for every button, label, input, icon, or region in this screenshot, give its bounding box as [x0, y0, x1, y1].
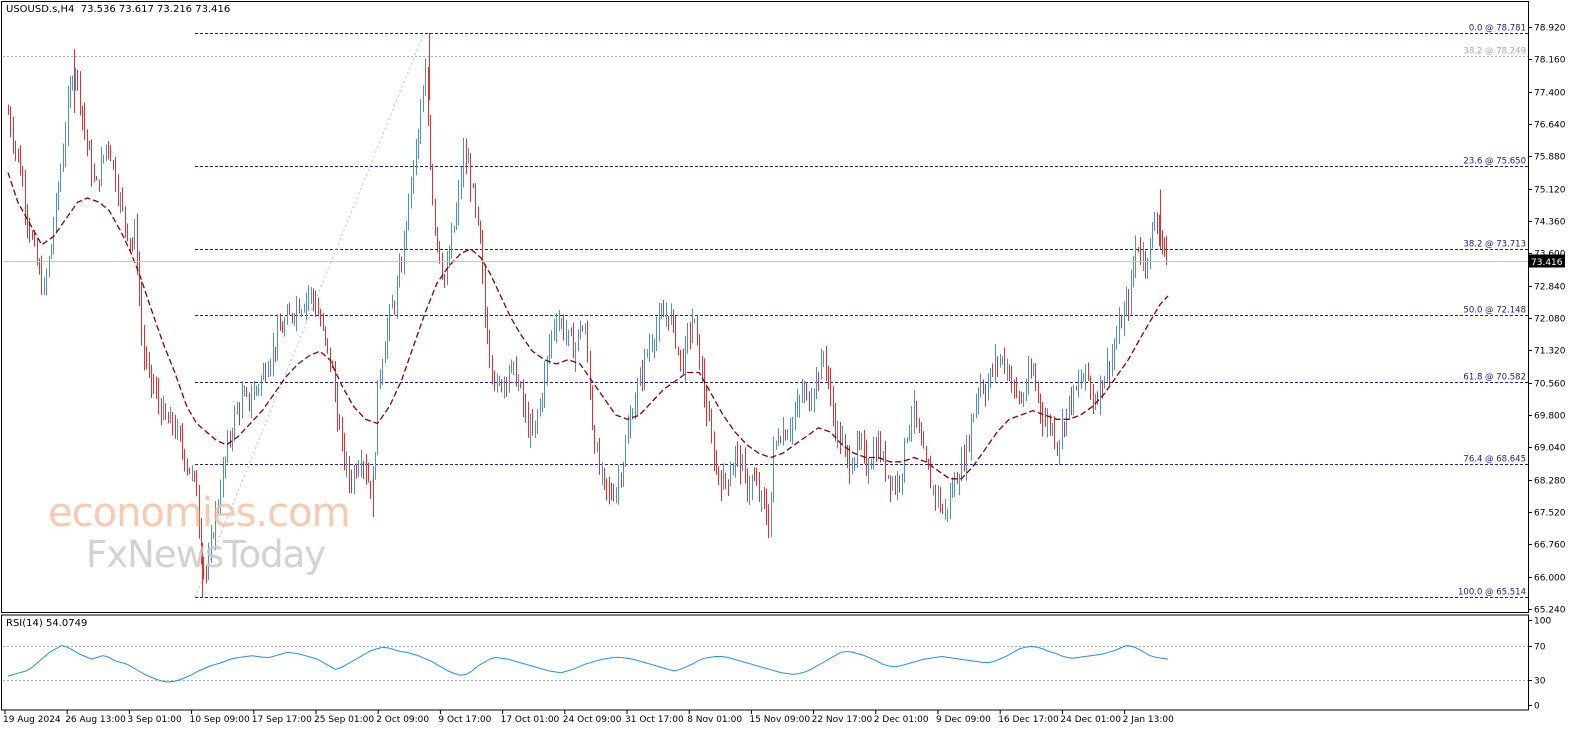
- rsi-line: [7, 644, 1169, 683]
- symbol-label: USOUSD.s,H4: [6, 4, 75, 15]
- x-axis-tick-label: 22 Nov 17:00: [812, 715, 873, 725]
- y-axis-tick-label: 72.080: [1534, 315, 1566, 325]
- y-axis-tick-label: 68.280: [1534, 477, 1566, 487]
- x-axis-tick-label: 9 Oct 17:00: [438, 715, 491, 725]
- x-axis-tick-label: 15 Nov 09:00: [749, 715, 810, 725]
- rsi-panel-frame: [1, 614, 1529, 711]
- rsi-axis-tick-label: 70: [1534, 643, 1546, 653]
- rsi-axis-tick-label: 0: [1534, 702, 1540, 712]
- fib-level-label: 38.2 @ 78.249: [1463, 47, 1526, 57]
- chart: 0.0 @ 78.781 38.2 @ 78.249 23.6 @ 75.650 38…: [0, 0, 1596, 743]
- y-axis-tick-label: 78.160: [1534, 56, 1566, 66]
- fib-level-label: 61.8 @ 70.582: [1463, 373, 1526, 383]
- fib-level-label: 50.0 @ 72.148: [1463, 306, 1526, 316]
- ohlc-label: 73.536 73.617 73.216 73.416: [80, 4, 231, 15]
- y-axis-tick-label: 72.840: [1534, 283, 1566, 293]
- y-axis-tick-label: 65.240: [1534, 606, 1566, 616]
- x-axis-tick-label: 9 Dec 09:00: [936, 715, 991, 725]
- y-axis-tick-label: 71.320: [1534, 347, 1566, 357]
- y-axis-tick-label: 66.000: [1534, 574, 1566, 584]
- fib-level-label: 100.0 @ 65.514: [1458, 588, 1526, 598]
- x-axis-tick-label: 10 Sep 09:00: [190, 715, 250, 725]
- y-axis-tick-label: 76.640: [1534, 121, 1566, 131]
- watermark-fxnewstoday: FxNewsToday: [86, 533, 326, 576]
- y-axis-tick-label: 74.360: [1534, 218, 1566, 228]
- watermark-economies: economies.com: [48, 490, 351, 536]
- y-axis-tick-label: 78.920: [1534, 24, 1566, 34]
- x-axis-tick-label: 2 Oct 09:00: [376, 715, 429, 725]
- fib-level-label: 0.0 @ 78.781: [1469, 24, 1526, 34]
- rsi-axis-tick-label: 30: [1534, 677, 1546, 687]
- fib-level-label: 76.4 @ 68.645: [1463, 455, 1526, 465]
- y-axis-tick-label: 66.760: [1534, 541, 1566, 551]
- current-price-label: 73.416: [1531, 258, 1563, 268]
- y-axis-tick-label: 67.520: [1534, 509, 1566, 519]
- x-axis-tick-label: 31 Oct 17:00: [625, 715, 684, 725]
- y-axis-tick-label: 69.040: [1534, 444, 1566, 454]
- y-axis-tick-label: 73.600: [1534, 250, 1566, 260]
- y-axis-tick-label: 70.560: [1534, 380, 1566, 390]
- x-axis-tick-label: 25 Sep 01:00: [314, 715, 374, 725]
- chart-header: USOUSD.s,H4 73.536 73.617 73.216 73.416: [6, 4, 230, 15]
- x-axis-tick-label: 3 Sep 01:00: [127, 715, 182, 725]
- x-axis-tick-label: 24 Oct 09:00: [563, 715, 622, 725]
- x-axis-tick-label: 17 Sep 17:00: [252, 715, 312, 725]
- y-axis-tick-label: 75.880: [1534, 153, 1566, 163]
- fib-level-label: 38.2 @ 73.713: [1463, 240, 1526, 250]
- fib-level-label: 23.6 @ 75.650: [1463, 157, 1526, 167]
- y-axis-tick-label: 69.800: [1534, 412, 1566, 422]
- x-axis-tick-label: 2 Dec 01:00: [874, 715, 929, 725]
- y-axis-tick-label: 77.400: [1534, 89, 1566, 99]
- rsi-header: RSI(14) 54.0749: [6, 618, 88, 629]
- y-axis-tick-label: 75.120: [1534, 186, 1566, 196]
- x-axis-tick-label: 26 Aug 13:00: [65, 715, 126, 725]
- x-axis-tick-label: 8 Nov 01:00: [687, 715, 742, 725]
- chart-canvas: 0.0 @ 78.781 38.2 @ 78.249 23.6 @ 75.650 38…: [1, 1, 1566, 725]
- x-axis-tick-label: 24 Dec 01:00: [1060, 715, 1121, 725]
- x-axis-tick-label: 16 Dec 17:00: [998, 715, 1059, 725]
- x-axis-tick-label: 17 Oct 01:00: [501, 715, 560, 725]
- rsi-axis-tick-label: 100: [1534, 617, 1551, 627]
- x-axis-tick-label: 2 Jan 13:00: [1123, 715, 1175, 725]
- x-axis-tick-label: 19 Aug 2024: [3, 715, 61, 725]
